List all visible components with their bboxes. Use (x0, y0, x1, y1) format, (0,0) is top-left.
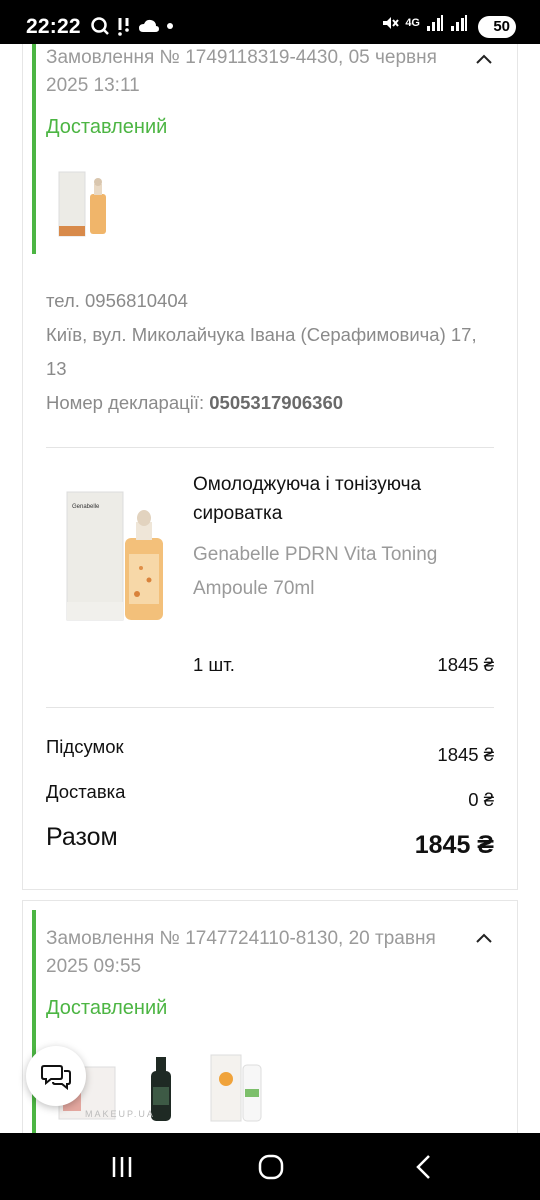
subtotal-value: 1845 ₴ (437, 744, 494, 765)
mute-icon (383, 17, 400, 29)
order-title: Замовлення № 1747724110-8130, 20 травня … (46, 928, 436, 977)
watermark: MAKEUP.UA (85, 1109, 155, 1119)
declaration-label: Номер декларації: (46, 392, 205, 413)
order-card-1: Замовлення № 1749118319-4430, 05 червня … (22, 44, 518, 890)
signal-icon-2 (451, 15, 467, 31)
delivery-label: Доставка (46, 781, 126, 802)
back-icon[interactable] (410, 1153, 440, 1181)
search-icon (91, 17, 109, 35)
chevron-up-icon[interactable] (473, 48, 495, 70)
chat-button[interactable] (26, 1046, 86, 1106)
total-value: 1845 ₴ (414, 831, 494, 859)
system-nav-bar (0, 1133, 540, 1200)
network-type: 4G (405, 17, 420, 29)
signal-icon (427, 15, 443, 31)
product-thumbnail[interactable] (207, 1051, 267, 1123)
divider (46, 707, 494, 708)
chevron-up-icon[interactable] (473, 927, 495, 949)
recent-apps-icon[interactable] (108, 1153, 138, 1181)
home-icon[interactable] (256, 1153, 286, 1181)
battery-level: 50 (493, 18, 510, 35)
divider (46, 447, 494, 448)
signal-icons: 4G (381, 14, 468, 32)
item-quantity: 1 шт. (193, 654, 235, 675)
order-phone: тел. 0956810404 (46, 290, 188, 311)
notification-icons (90, 16, 174, 36)
cloud-icon (139, 19, 159, 32)
order-status: Доставлений (46, 116, 168, 138)
battery-indicator: 50 (478, 16, 516, 38)
box-brand: Genabelle (72, 504, 100, 510)
product-image[interactable]: Genabelle (63, 484, 173, 624)
product-description: Genabelle PDRN Vita Toning Ampoule 70ml (193, 544, 438, 599)
chat-icon (41, 1065, 71, 1090)
declaration-number: 0505317906360 (209, 392, 344, 413)
item-qty-row: 1 шт. 1845 ₴ (193, 654, 494, 676)
declaration-row: Номер декларації: 0505317906360 (46, 386, 486, 420)
order-status: Доставлений (46, 997, 168, 1019)
total-label: Разом (46, 823, 118, 851)
status-time: 22:22 (26, 15, 81, 38)
order-address: Київ, вул. Миколайчука Івана (Серафимови… (46, 324, 477, 379)
status-bar: 22:22 4G 50 (0, 0, 540, 44)
delivery-value: 0 ₴ (468, 789, 494, 810)
item-price: 1845 ₴ (437, 654, 494, 675)
total-row: Разом 1845 ₴ (46, 823, 494, 859)
runner-icon (118, 18, 129, 36)
order-card-2[interactable]: Замовлення № 1747724110-8130, 20 травня … (22, 900, 518, 1141)
product-thumbnail[interactable] (57, 168, 109, 240)
order-accent-bar (32, 910, 36, 1141)
delivery-row: Доставка 0 ₴ (46, 781, 494, 810)
subtotal-row: Підсумок 1845 ₴ (46, 736, 494, 765)
subtotal-label: Підсумок (46, 736, 124, 757)
order-title: Замовлення № 1749118319-4430, 05 червня … (46, 47, 437, 96)
product-name[interactable]: Омолоджуюча і тонізуюча сироватка (193, 470, 473, 528)
order-accent-bar (32, 44, 36, 254)
dot-icon (167, 23, 173, 29)
